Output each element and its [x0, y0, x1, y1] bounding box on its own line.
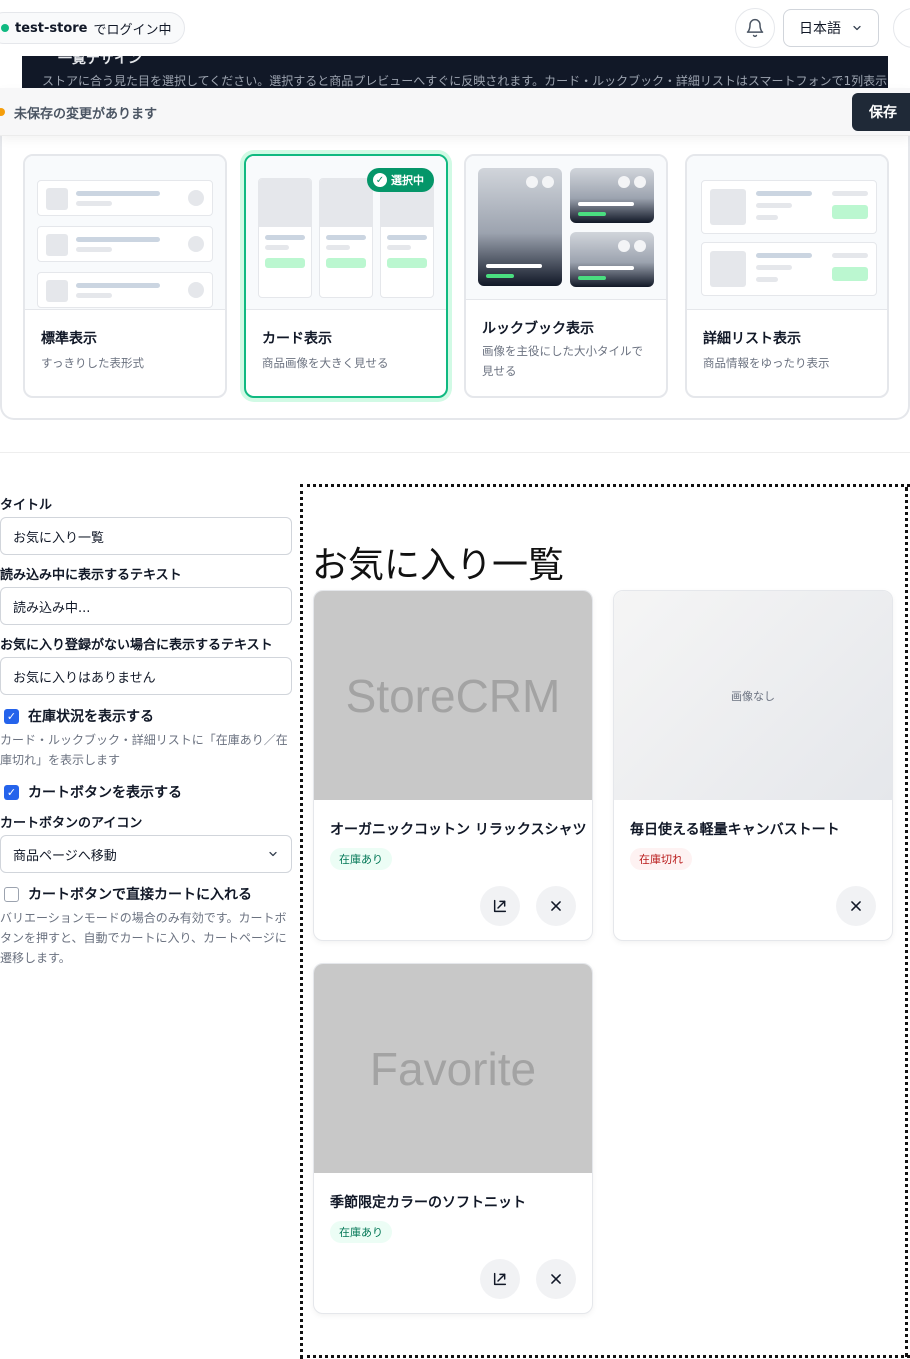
show-stock-checkbox[interactable]: ✓ [4, 708, 19, 724]
layout-option-description: 商品画像を大きく見せる [262, 356, 389, 370]
external-link-icon [493, 899, 507, 913]
layout-option-title: 標準表示 [41, 331, 97, 347]
layout-preview-standard [25, 156, 225, 310]
account-button[interactable] [893, 8, 910, 48]
show-stock-checkbox-row[interactable]: ✓ 在庫状況を表示する [4, 706, 154, 726]
loading-text-label: 読み込み中に表示するテキスト [0, 568, 182, 583]
show-stock-label: 在庫状況を表示する [28, 709, 154, 725]
favorite-item-card[interactable]: StoreCRM オーガニックコットン リラックスシャツ 在庫あり [313, 590, 593, 941]
cart-icon-label: カートボタンのアイコン [0, 816, 143, 831]
favorite-item-card[interactable]: Favorite 季節限定カラーのソフトニット 在庫あり [313, 963, 593, 1314]
product-image[interactable]: StoreCRM [314, 591, 592, 800]
section-divider [0, 452, 910, 453]
layout-option-description: 画像を主役にした大小タイルで見せる [482, 344, 643, 378]
login-status-text: でログイン中 [93, 22, 172, 38]
loading-text-input[interactable]: 読み込み中... [0, 587, 292, 625]
store-name: test-store [15, 20, 88, 36]
show-cart-label: カートボタンを表示する [28, 785, 182, 801]
login-status-pill: test-store でログイン中 [0, 12, 185, 44]
stock-badge: 在庫あり [330, 848, 392, 870]
check-circle-icon: ✓ [373, 173, 387, 187]
product-image-placeholder[interactable]: 画像なし [614, 591, 892, 800]
layout-preview-lookbook [466, 156, 666, 300]
unsaved-message: 未保存の変更があります [14, 107, 158, 122]
preview-title: お気に入り一覧 [312, 545, 565, 586]
empty-text-label: お気に入り登録がない場合に表示するテキスト [0, 638, 273, 653]
close-icon [551, 901, 561, 911]
product-name[interactable]: 毎日使える軽量キャンバストート [630, 819, 840, 839]
close-icon [851, 901, 861, 911]
direct-cart-checkbox[interactable] [4, 886, 19, 902]
layout-option-lookbook[interactable]: ルックブック表示 画像を主役にした大小タイルで見せる [464, 154, 668, 398]
unsaved-changes-bar: 未保存の変更があります 保存 [0, 88, 910, 136]
open-product-button[interactable] [480, 886, 520, 926]
remove-favorite-button[interactable] [536, 886, 576, 926]
remove-favorite-button[interactable] [536, 1259, 576, 1299]
selected-badge: ✓ 選択中 [367, 168, 434, 192]
direct-cart-checkbox-row[interactable]: カートボタンで直接カートに入れる [4, 884, 252, 904]
layout-option-standard[interactable]: 標準表示 すっきりした表形式 [23, 154, 227, 398]
show-cart-checkbox[interactable]: ✓ [4, 784, 19, 800]
direct-cart-help: バリエーションモードの場合のみ有効です。カートボタンを押すと、自動でカートに入り… [0, 911, 287, 965]
product-image[interactable]: Favorite [314, 964, 592, 1173]
layout-option-title: ルックブック表示 [482, 321, 594, 337]
cart-icon-select[interactable]: 商品ページへ移動 [0, 835, 292, 873]
show-stock-help: カード・ルックブック・詳細リストに「在庫あり／在庫切れ」を表示します [0, 733, 288, 767]
language-label: 日本語 [799, 21, 841, 37]
notification-button[interactable] [735, 8, 775, 48]
section-title: 一覧デザイン [58, 56, 142, 67]
bell-icon [746, 18, 764, 38]
close-icon [551, 1274, 561, 1284]
chevron-down-icon [269, 851, 277, 857]
layout-option-title: カード表示 [262, 331, 332, 347]
online-status-dot [1, 24, 9, 32]
direct-cart-label: カートボタンで直接カートに入れる [28, 887, 252, 903]
stock-badge: 在庫切れ [630, 848, 692, 870]
open-product-button[interactable] [480, 1259, 520, 1299]
top-bar: test-store でログイン中 日本語 [0, 0, 910, 56]
stock-badge: 在庫あり [330, 1221, 392, 1243]
empty-text-input[interactable]: お気に入りはありません [0, 657, 292, 695]
layout-option-description: 商品情報をゆったり表示 [703, 356, 830, 370]
remove-favorite-button[interactable] [836, 886, 876, 926]
external-link-icon [493, 1272, 507, 1286]
product-name[interactable]: オーガニックコットン リラックスシャツ [330, 819, 586, 839]
layout-option-detail-list[interactable]: 詳細リスト表示 商品情報をゆったり表示 [685, 154, 889, 398]
title-field-label: タイトル [0, 498, 53, 513]
cart-icon-select-value: 商品ページへ移動 [13, 848, 117, 864]
layout-option-card[interactable]: ✓ 選択中 カード表示 商品画像を大きく見せる [244, 154, 448, 398]
warning-dot [0, 108, 5, 116]
section-description: ストアに合う見た目を選択してください。選択すると商品プレビューへすぐに反映されま… [42, 74, 888, 88]
preview-border-bottom [300, 1355, 910, 1358]
save-button[interactable]: 保存 [852, 93, 910, 131]
layout-option-title: 詳細リスト表示 [703, 331, 801, 347]
layout-preview-card: ✓ 選択中 [246, 156, 446, 310]
chevron-down-icon [853, 25, 861, 31]
layout-preview-detail-list [687, 156, 887, 310]
section-header: 一覧デザイン ストアに合う見た目を選択してください。選択すると商品プレビューへす… [22, 56, 888, 88]
product-name[interactable]: 季節限定カラーのソフトニット [330, 1192, 526, 1212]
show-cart-checkbox-row[interactable]: ✓ カートボタンを表示する [4, 782, 182, 802]
language-select[interactable]: 日本語 [783, 9, 879, 47]
selected-badge-label: 選択中 [391, 174, 424, 187]
title-input[interactable]: お気に入り一覧 [0, 517, 292, 555]
favorite-item-card[interactable]: 画像なし 毎日使える軽量キャンバストート 在庫切れ [613, 590, 893, 941]
layout-option-description: すっきりした表形式 [41, 356, 145, 370]
